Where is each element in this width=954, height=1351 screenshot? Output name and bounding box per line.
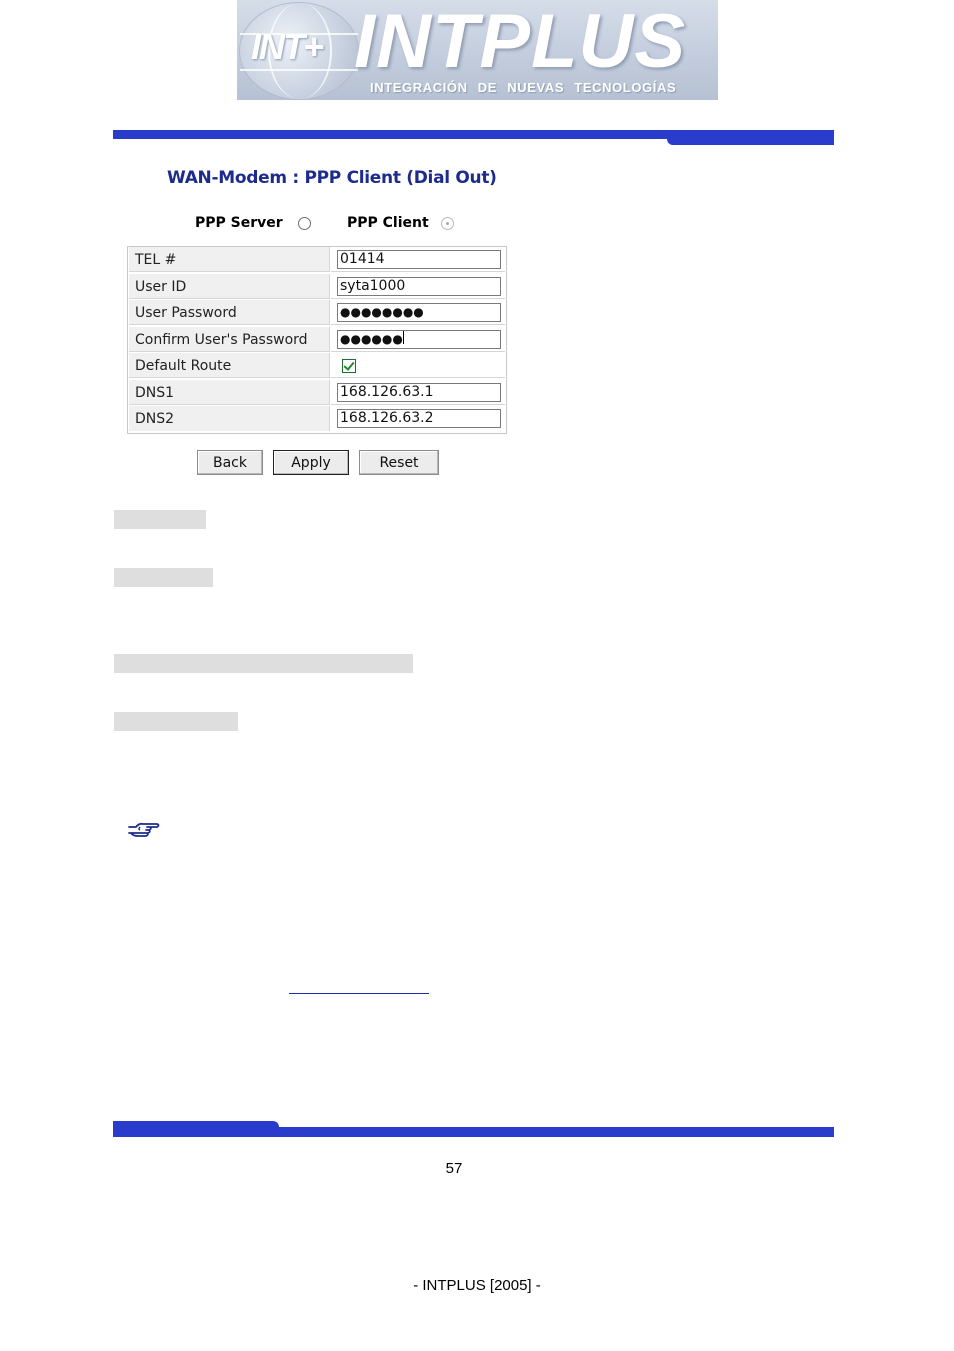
- text-caret: [402, 330, 404, 344]
- user-id-label: User ID: [129, 273, 330, 299]
- confirm-password-input[interactable]: ●●●●●●: [337, 329, 501, 349]
- hyperlink-underline[interactable]: [289, 993, 429, 994]
- redacted-text-bar: [114, 568, 213, 587]
- logo-tagline: INTEGRACIÓN DE NUEVAS TECNOLOGÍAS: [370, 80, 677, 95]
- logo-brand: INTPLUS: [354, 0, 687, 84]
- ppp-client-form: TEL # 01414 User ID syta1000 User Passwo…: [127, 246, 507, 434]
- confirm-password-value: ●●●●●●: [340, 331, 403, 346]
- redacted-text-bar: [114, 712, 238, 731]
- ppp-client-label: PPP Client: [347, 215, 429, 231]
- footer-rule: [113, 1127, 834, 1137]
- form-row-user-id: User ID syta1000: [129, 273, 505, 300]
- password-label: User Password: [129, 300, 330, 325]
- page-title: WAN-Modem : PPP Client (Dial Out): [167, 168, 497, 188]
- default-route-label: Default Route: [129, 353, 330, 378]
- logo-mark: INT+: [251, 26, 324, 67]
- ppp-client-radio[interactable]: [441, 217, 454, 230]
- form-row-confirm-password: Confirm User's Password ●●●●●●: [129, 326, 505, 353]
- back-button[interactable]: Back: [197, 450, 263, 475]
- intplus-logo: INT+ INTPLUS INTEGRACIÓN DE NUEVAS TECNO…: [237, 0, 718, 100]
- form-row-password: User Password ●●●●●●●●: [129, 300, 505, 326]
- ppp-server-label: PPP Server: [195, 215, 283, 231]
- dns2-label: DNS2: [129, 406, 330, 431]
- footer-text: - INTPLUS [2005] -: [413, 1277, 541, 1294]
- pointing-hand-icon: [128, 822, 160, 837]
- dns1-label: DNS1: [129, 379, 330, 405]
- header-rule-tab: [667, 137, 834, 145]
- tel-label: TEL #: [129, 247, 330, 272]
- redacted-text-bar: [114, 510, 206, 529]
- apply-button[interactable]: Apply: [273, 450, 349, 475]
- tel-input[interactable]: 01414: [337, 250, 501, 269]
- form-row-default-route: Default Route: [129, 353, 505, 379]
- page-number: 57: [445, 1160, 463, 1177]
- ppp-server-radio[interactable]: [298, 217, 311, 230]
- form-row-tel: TEL # 01414: [129, 247, 505, 273]
- confirm-password-label: Confirm User's Password: [129, 326, 330, 352]
- form-row-dns2: DNS2 168.126.63.2: [129, 406, 505, 432]
- reset-button[interactable]: Reset: [359, 450, 439, 475]
- dns2-input[interactable]: 168.126.63.2: [337, 409, 501, 428]
- redacted-text-bar: [114, 654, 413, 673]
- dns1-input[interactable]: 168.126.63.1: [337, 382, 501, 402]
- password-input[interactable]: ●●●●●●●●: [337, 303, 501, 322]
- default-route-checkbox[interactable]: [342, 359, 356, 373]
- form-row-dns1: DNS1 168.126.63.1: [129, 379, 505, 406]
- user-id-input[interactable]: syta1000: [337, 276, 501, 296]
